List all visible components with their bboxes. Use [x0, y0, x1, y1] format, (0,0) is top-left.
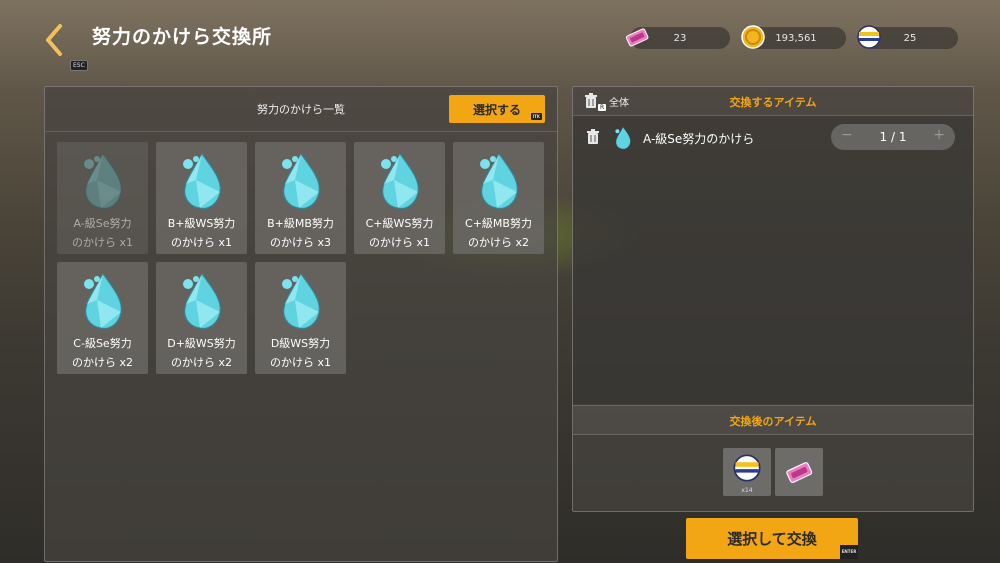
shard-label: C+級WS努力 のかけら x1: [365, 217, 434, 249]
reward-count: x14: [741, 487, 753, 494]
shard-icon: [183, 272, 221, 329]
shard-list-panel: 努力のかけら一覧 選択する ITK A-級Se努力 のかけら x1 B+級WS努…: [44, 86, 558, 562]
shard-icon: [84, 272, 122, 329]
exchange-key-hint: ENTER: [840, 545, 858, 559]
selected-items-list: A-級Se努力のかけら − 1 / 1 +: [573, 116, 973, 404]
after-items-header: 交換後のアイテム: [573, 405, 973, 435]
exchange-panel: R 全体 交換するアイテム A-級Se努力のかけら − 1 / 1 + 交換後の…: [572, 86, 974, 512]
shard-card[interactable]: D級WS努力 のかけら x1: [255, 262, 346, 374]
shard-card[interactable]: D+級WS努力 のかけら x2: [156, 262, 247, 374]
plus-icon[interactable]: +: [933, 127, 945, 143]
reward-item: x14: [723, 448, 771, 496]
shard-label: A-級Se努力 のかけら x1: [71, 217, 133, 249]
reward-item: [775, 448, 823, 496]
striped-medal-icon: [733, 454, 761, 482]
shard-icon: [84, 152, 122, 209]
shard-icon: [381, 152, 419, 209]
shard-card[interactable]: A-級Se努力 のかけら x1: [57, 142, 148, 254]
shard-label: B+級WS努力 のかけら x1: [167, 217, 236, 249]
exchange-button-label: 選択して交換: [727, 530, 817, 548]
select-button-label: 選択する: [472, 102, 521, 117]
chevron-left-icon: [46, 24, 62, 56]
shard-icon: [282, 272, 320, 329]
currency-medal: 25: [857, 25, 958, 49]
shard-card[interactable]: C+級WS努力 のかけら x1: [354, 142, 445, 254]
shard-card[interactable]: B+級MB努力 のかけら x3: [255, 142, 346, 254]
page-title: 努力のかけら交換所: [92, 26, 273, 48]
shard-card[interactable]: B+級WS努力 のかけら x1: [156, 142, 247, 254]
shard-icon: [480, 152, 518, 209]
selected-item-row: A-級Se努力のかけら − 1 / 1 +: [573, 122, 973, 152]
shard-label: C+級MB努力 のかけら x2: [465, 217, 532, 249]
after-items-title: 交換後のアイテム: [729, 415, 817, 428]
back-button[interactable]: [40, 22, 74, 62]
pink-ticket-icon: [786, 462, 813, 483]
currency-ticket: 23: [625, 27, 730, 49]
shard-card[interactable]: C-級Se努力 のかけら x2: [57, 262, 148, 374]
trash-icon[interactable]: [585, 129, 601, 145]
esc-key-hint: ESC: [70, 60, 88, 71]
select-key-hint: ITK: [530, 113, 542, 120]
shard-icon: [615, 126, 631, 150]
shard-icon: [183, 152, 221, 209]
quantity-stepper[interactable]: − 1 / 1 +: [831, 124, 955, 150]
ticket-count: 23: [673, 32, 687, 44]
shard-label: D級WS努力 のかけら x1: [269, 337, 331, 369]
exchange-button[interactable]: 選択して交換 ENTER: [686, 518, 858, 559]
exchange-items-title: 交換するアイテム: [729, 96, 817, 109]
currency-coin: 193,561: [741, 25, 846, 49]
selected-item-name: A-級Se努力のかけら: [643, 132, 755, 146]
shard-label: C-級Se努力 のかけら x2: [71, 337, 133, 369]
shard-icon: [282, 152, 320, 209]
exchange-header: R 全体 交換するアイテム: [573, 87, 973, 116]
shard-label: B+級MB努力 のかけら x3: [267, 217, 334, 249]
shard-label: D+級WS努力 のかけら x2: [167, 337, 236, 369]
shard-grid: A-級Se努力 のかけら x1 B+級WS努力 のかけら x1 B+級MB努力 のかけ…: [57, 142, 544, 374]
shard-list-header: 努力のかけら一覧 選択する ITK: [45, 87, 557, 132]
select-button[interactable]: 選択する ITK: [449, 95, 545, 123]
shard-card[interactable]: C+級MB努力 のかけら x2: [453, 142, 544, 254]
coin-count: 193,561: [775, 32, 817, 44]
medal-count: 25: [903, 32, 917, 44]
